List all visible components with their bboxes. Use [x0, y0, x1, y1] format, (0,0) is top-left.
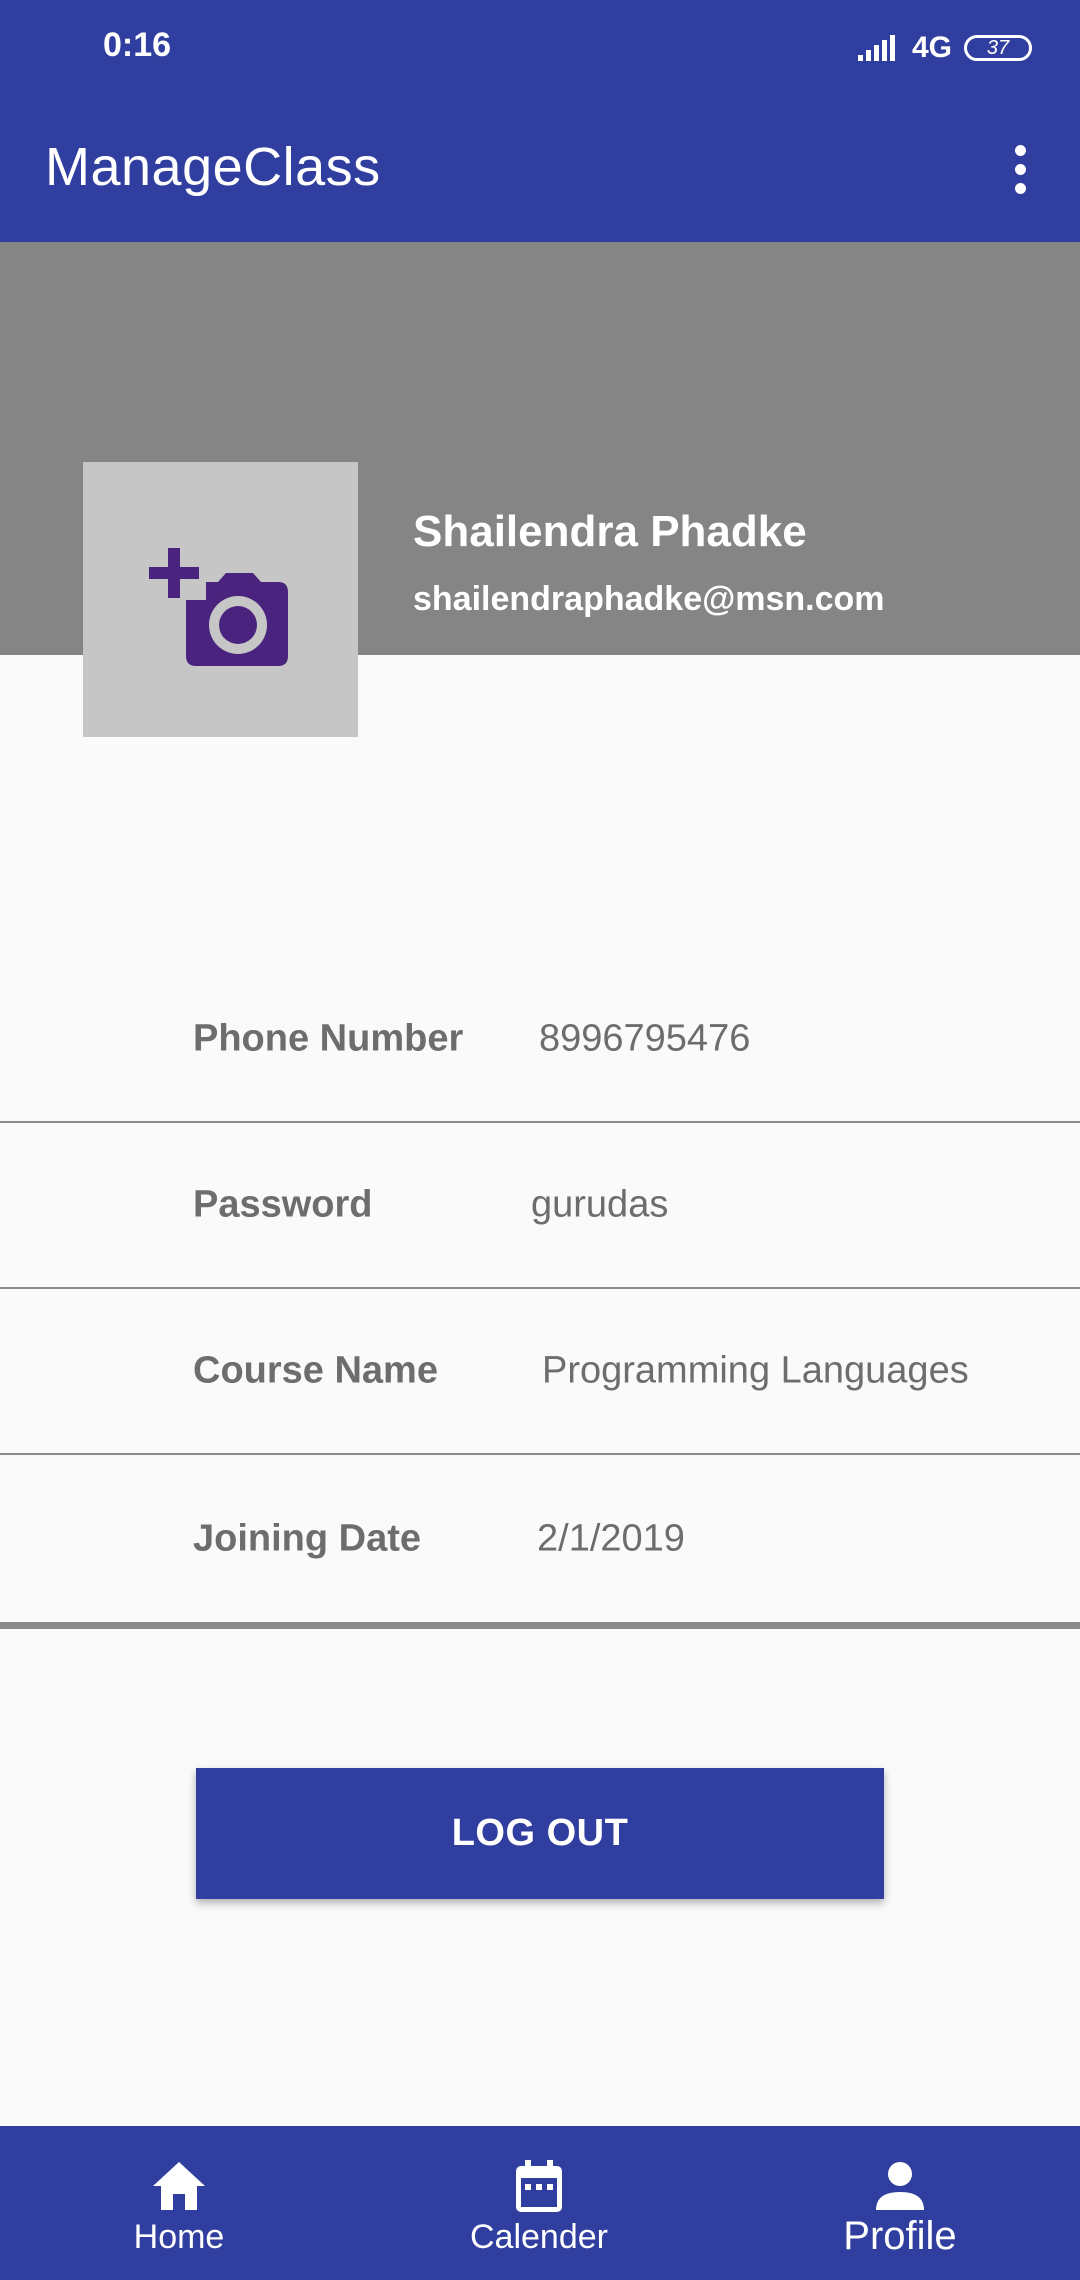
signal-icon: [857, 35, 895, 61]
password-row: Password gurudas: [0, 1123, 1080, 1289]
bottom-navigation: Home Calender Profile: [0, 2126, 1080, 2280]
logout-button[interactable]: LOG OUT: [196, 1768, 884, 1899]
more-vertical-icon[interactable]: [990, 134, 1050, 204]
battery-level: 37: [986, 36, 1010, 59]
joining-date-label: Joining Date: [193, 1517, 422, 1559]
nav-item-calendar[interactable]: Calender: [439, 2126, 639, 2280]
joining-date-row: Joining Date 2/1/2019: [0, 1455, 1080, 1629]
app-title: ManageClass: [45, 137, 381, 197]
course-name-value: Programming Languages: [542, 1349, 969, 1392]
course-name-row: Course Name Programming Languages: [0, 1289, 1080, 1455]
profile-photo-button[interactable]: [83, 462, 358, 737]
profile-name: Shailendra Phadke: [413, 507, 807, 556]
joining-date-value: 2/1/2019: [537, 1517, 685, 1559]
person-icon: [870, 2156, 930, 2216]
phone-number-row: Phone Number 8996795476: [0, 957, 1080, 1123]
status-bar: 0:16 4G 37: [0, 0, 1080, 96]
calendar-icon: [509, 2156, 569, 2216]
nav-label-profile: Profile: [843, 2214, 957, 2258]
nav-label-calendar: Calender: [470, 2218, 608, 2256]
password-label: Password: [193, 1183, 373, 1226]
app-bar: ManageClass: [0, 96, 1080, 242]
home-icon: [149, 2156, 209, 2216]
profile-email: shailendraphadke@msn.com: [413, 580, 885, 618]
status-time: 0:16: [103, 26, 172, 64]
network-type: 4G: [911, 31, 952, 64]
phone-number-value: 8996795476: [539, 1017, 751, 1060]
nav-label-home: Home: [133, 2218, 225, 2256]
password-value: gurudas: [531, 1183, 669, 1226]
nav-item-profile[interactable]: Profile: [800, 2126, 1000, 2280]
battery-icon: 37: [964, 35, 1032, 61]
phone-number-label: Phone Number: [193, 1017, 464, 1060]
course-name-label: Course Name: [193, 1349, 438, 1392]
nav-item-home[interactable]: Home: [79, 2126, 279, 2280]
status-indicators: 4G 37: [857, 28, 1032, 68]
add-a-photo-icon: [148, 547, 288, 666]
